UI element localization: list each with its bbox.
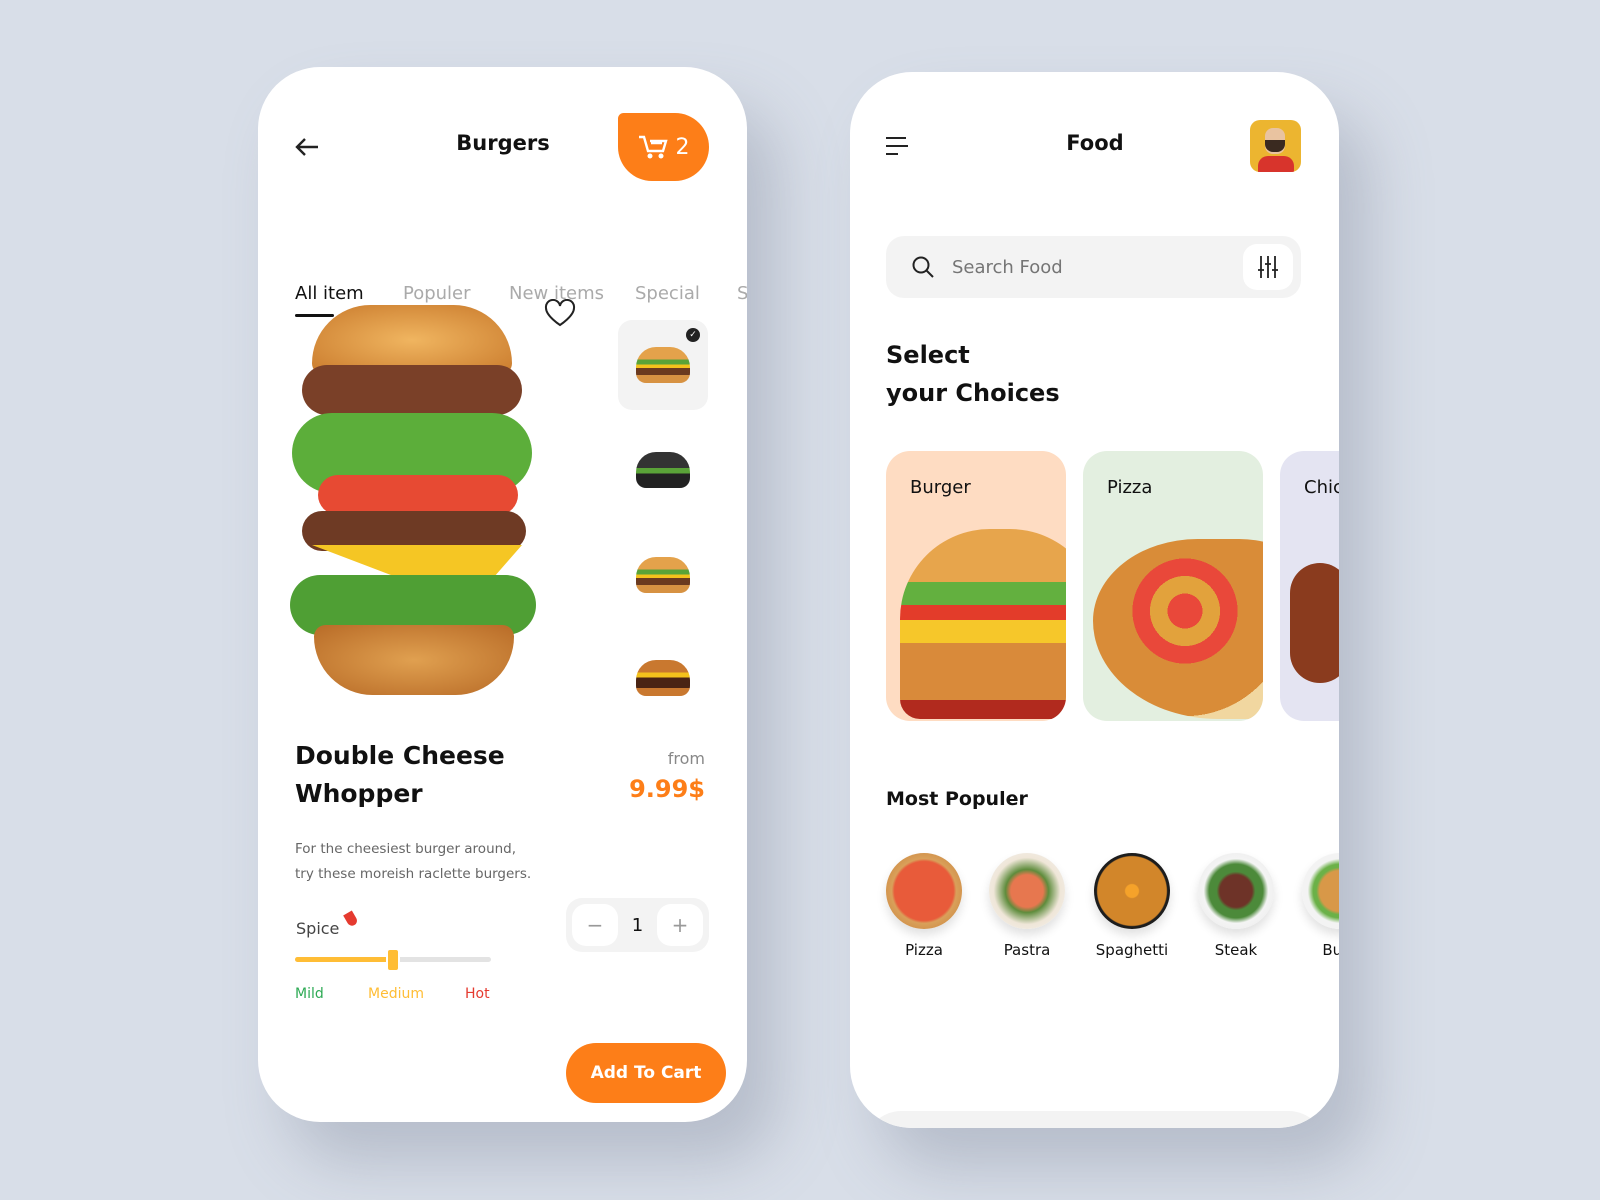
chicken-image xyxy=(1290,563,1339,683)
popular-label: Pizza xyxy=(905,941,943,959)
product-detail-screen: Burgers 2 All item Populer New items Spe… xyxy=(258,67,747,1122)
tab-special[interactable]: Special xyxy=(635,283,700,304)
page-title: Food xyxy=(1066,131,1124,155)
slider-thumb[interactable] xyxy=(386,948,400,972)
chili-icon xyxy=(343,910,359,928)
tab-more[interactable]: S xyxy=(737,283,747,304)
bottom-nav xyxy=(864,1111,1326,1128)
tab-all-item[interactable]: All item xyxy=(295,283,364,304)
popular-heading: Most Populer xyxy=(886,788,1028,810)
increment-button[interactable]: + xyxy=(656,904,703,946)
thumbnail-1-selected[interactable]: ✓ xyxy=(618,320,708,410)
description-line1: For the cheesiest burger around, xyxy=(295,841,517,857)
description-line2: try these moreish raclette burgers. xyxy=(295,866,532,882)
product-name-line1: Double Cheese xyxy=(295,741,505,770)
popular-label: Spaghetti xyxy=(1095,941,1169,959)
price-prefix: from xyxy=(667,749,705,768)
filter-button[interactable] xyxy=(1243,244,1293,290)
thumbnail-4[interactable] xyxy=(618,633,708,723)
home-screen: Food Select your Choices Burger Pizza Ch… xyxy=(850,72,1339,1128)
spice-slider[interactable] xyxy=(295,948,491,972)
quantity-stepper: − 1 + xyxy=(566,898,709,952)
popular-label: Pastra xyxy=(1003,941,1051,959)
popular-label: Burg xyxy=(1322,941,1339,959)
popular-item-burger[interactable]: Burg xyxy=(1290,853,1339,959)
burger-image xyxy=(900,529,1066,719)
thumbnail-2[interactable] xyxy=(618,425,708,515)
product-name-line2: Whopper xyxy=(295,779,423,808)
favorite-heart-icon[interactable] xyxy=(544,299,576,327)
heading-line1: Select xyxy=(886,341,970,369)
product-name: Double Cheese Whopper xyxy=(295,737,505,813)
popular-label: Steak xyxy=(1214,941,1258,959)
category-card-burger[interactable]: Burger xyxy=(886,451,1066,721)
avatar[interactable] xyxy=(1250,120,1301,172)
search-input[interactable] xyxy=(952,252,1222,282)
spice-mild: Mild xyxy=(295,986,324,1002)
spice-hot: Hot xyxy=(465,986,490,1002)
search-bar[interactable] xyxy=(886,236,1301,298)
thumbnail-3[interactable] xyxy=(618,530,708,620)
back-arrow-icon[interactable] xyxy=(294,137,320,157)
heading-line2: your Choices xyxy=(886,379,1060,407)
category-label: Pizza xyxy=(1107,477,1153,498)
check-badge-icon: ✓ xyxy=(686,328,700,342)
cart-count: 2 xyxy=(675,134,690,160)
page-title: Burgers xyxy=(456,131,550,155)
popular-item-pizza[interactable]: Pizza xyxy=(874,853,974,959)
category-label: Chic xyxy=(1304,477,1339,498)
decrement-button[interactable]: − xyxy=(572,904,618,946)
menu-icon[interactable] xyxy=(885,136,909,156)
category-card-chicken[interactable]: Chic xyxy=(1280,451,1339,721)
tab-populer[interactable]: Populer xyxy=(403,283,471,304)
burger-image xyxy=(290,305,536,705)
popular-item-spaghetti[interactable]: Spaghetti xyxy=(1082,853,1182,959)
spice-label: Spice xyxy=(296,919,340,938)
cart-icon xyxy=(638,135,668,159)
category-label: Burger xyxy=(910,477,971,498)
price: 9.99$ xyxy=(629,775,705,803)
add-to-cart-button[interactable]: Add To Cart xyxy=(566,1043,726,1103)
quantity-value: 1 xyxy=(631,914,644,936)
cart-button[interactable]: 2 xyxy=(618,113,709,181)
section-heading: Select your Choices xyxy=(886,336,1060,412)
pizza-image xyxy=(1093,539,1263,719)
filter-sliders-icon xyxy=(1258,256,1278,278)
category-card-pizza[interactable]: Pizza xyxy=(1083,451,1263,721)
search-icon xyxy=(912,256,934,278)
description: For the cheesiest burger around, try the… xyxy=(295,837,531,887)
spice-medium: Medium xyxy=(368,986,424,1002)
popular-item-steak[interactable]: Steak xyxy=(1186,853,1286,959)
popular-item-pastra[interactable]: Pastra xyxy=(977,853,1077,959)
